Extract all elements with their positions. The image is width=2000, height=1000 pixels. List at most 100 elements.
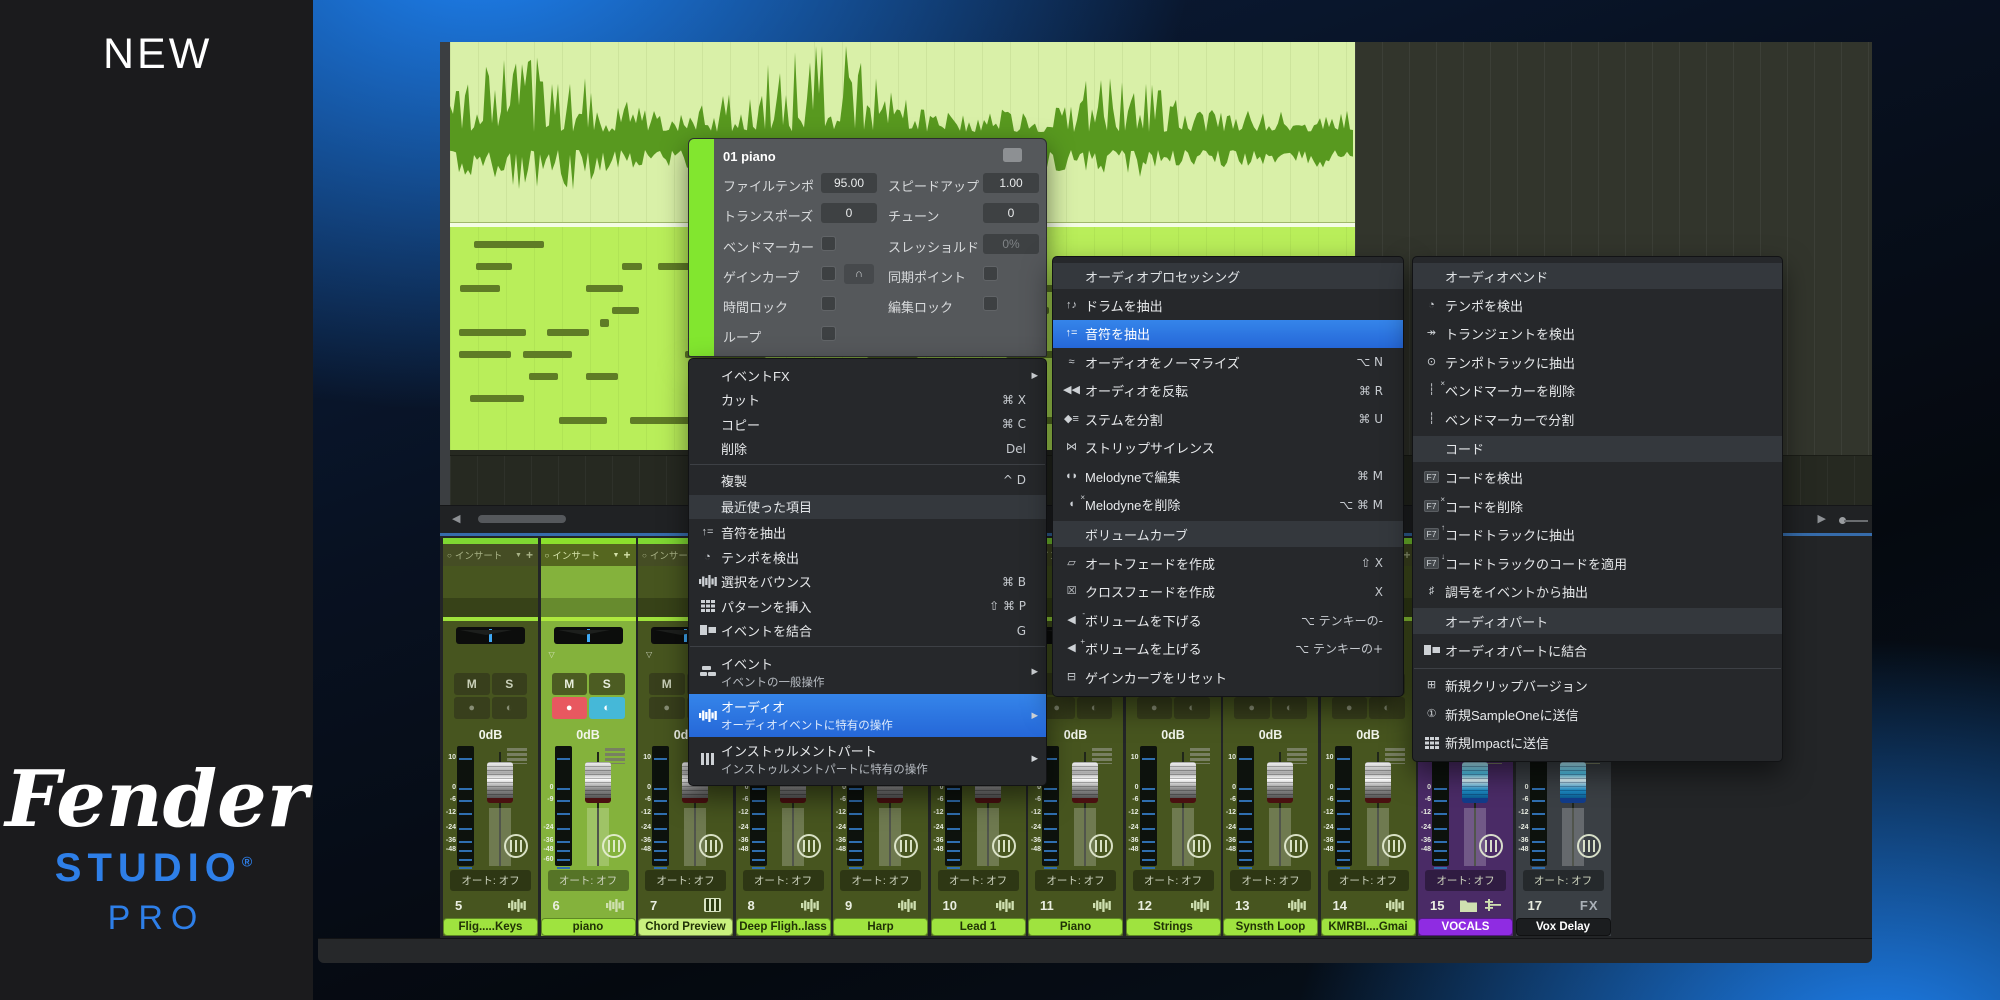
insert-dropdown-icon[interactable]: ▼ (613, 552, 620, 559)
menu-item[interactable]: イベントを結合G (689, 619, 1046, 644)
menu-item[interactable]: ◀◀オーディオを反転⌘ R (1053, 377, 1403, 406)
channel-name-tab[interactable]: Synsth Loop (1223, 918, 1318, 936)
inspector-field[interactable]: 0% (983, 234, 1039, 254)
automation-mode[interactable]: オート: オフ (938, 870, 1019, 891)
menu-item[interactable]: ①新規SampleOneに送信 (1413, 700, 1782, 729)
menu-item[interactable]: F7↑コードトラックに抽出 (1413, 521, 1782, 550)
channel-meter-icon[interactable] (1382, 834, 1406, 858)
channel-meter-icon[interactable] (1284, 834, 1308, 858)
scrollbar-thumb[interactable] (478, 515, 566, 523)
record-arm-button[interactable]: ● (454, 697, 490, 719)
menu-item[interactable]: ◆≡ステムを分割⌘ U (1053, 405, 1403, 434)
menu-item[interactable]: ≈オーディオをノーマライズ⌥ N (1053, 348, 1403, 377)
menu-item[interactable]: ◀-ボリュームを下げる⌥ テンキーの- (1053, 606, 1403, 635)
volume-readout[interactable]: 0dB (1126, 728, 1221, 742)
channel-name-tab[interactable]: VOCALS (1418, 918, 1513, 936)
automation-mode[interactable]: オート: オフ (743, 870, 824, 891)
pan-dropdown-icon[interactable]: ▽ (646, 650, 652, 659)
menu-item[interactable]: インストゥルメントパートインストゥルメントパートに特有の操作▶ (689, 737, 1046, 781)
channel-name-tab[interactable]: Lead 1 (931, 918, 1026, 936)
insert-slot[interactable]: ○インサート▼+ (443, 544, 538, 566)
menu-item[interactable]: ◔テンポを検出 (689, 545, 1046, 570)
menu-item[interactable]: カット⌘ X (689, 388, 1046, 413)
insert-slot[interactable]: ○インサート▼+ (541, 544, 636, 566)
channel-name-tab[interactable]: Deep Fligh..lass (736, 918, 831, 936)
channel-name-tab[interactable]: Strings (1126, 918, 1221, 936)
inspector-field[interactable]: 1.00 (983, 173, 1039, 193)
menu-item[interactable]: 削除Del (689, 437, 1046, 462)
scroll-right-icon[interactable]: ▶ (1818, 512, 1826, 525)
record-arm-button[interactable]: ● (1332, 697, 1368, 719)
insert-add-icon[interactable]: + (1403, 548, 1410, 562)
menu-item[interactable]: ☒クロスフェードを作成X (1053, 578, 1403, 607)
menu-item[interactable]: イベントイベントの一般操作▶ (689, 650, 1046, 694)
menu-item[interactable]: ◖×Melodyneを削除⌥ ⌘ M (1053, 491, 1403, 520)
menu-item[interactable]: イベントFX▶ (689, 363, 1046, 388)
channel-fader[interactable] (1462, 762, 1488, 803)
channel-fader[interactable] (1365, 762, 1391, 803)
automation-mode[interactable]: オート: オフ (840, 870, 921, 891)
channel-fader[interactable] (1072, 762, 1098, 803)
menu-item[interactable]: ⊞新規クリップバージョン (1413, 672, 1782, 701)
inspector-checkbox[interactable] (983, 296, 998, 311)
menu-item[interactable]: ⊙テンポトラックに抽出 (1413, 348, 1782, 377)
record-arm-button[interactable]: ● (649, 697, 685, 719)
insert-add-icon[interactable]: + (623, 548, 630, 562)
automation-mode[interactable]: オート: オフ (1035, 870, 1116, 891)
menu-item[interactable]: ↑=音符を抽出 (1053, 320, 1403, 349)
menu-item[interactable]: 選択をバウンス⌘ B (689, 570, 1046, 595)
automation-mode[interactable]: オート: オフ (450, 870, 531, 891)
inspector-field[interactable]: 0 (983, 203, 1039, 223)
menu-item[interactable]: ┆×ベンドマーカーを削除 (1413, 377, 1782, 406)
inspector-checkbox[interactable] (821, 296, 836, 311)
monitor-button[interactable]: ◐ (492, 697, 528, 719)
menu-item[interactable]: F7↓コードトラックのコードを適用 (1413, 549, 1782, 578)
record-arm-button[interactable]: ● (1137, 697, 1173, 719)
channel-fader[interactable] (1560, 762, 1586, 803)
channel-name-tab[interactable]: Flig.....Keys (443, 918, 538, 936)
inspector-checkbox[interactable] (821, 326, 836, 341)
channel-name-tab[interactable]: KMRBI....Gmai (1321, 918, 1416, 936)
channel-name-tab[interactable]: piano (541, 918, 636, 936)
channel-meter-icon[interactable] (1187, 834, 1211, 858)
channel-meter-icon[interactable] (1479, 834, 1503, 858)
solo-button[interactable]: S (589, 673, 625, 695)
insert-power-icon[interactable]: ○ (642, 551, 647, 560)
inspector-collapse-button[interactable] (1003, 148, 1022, 162)
channel-fader[interactable] (1170, 762, 1196, 803)
menu-item[interactable]: ◀+ボリュームを上げる⌥ テンキーの+ (1053, 635, 1403, 664)
inspector-checkbox[interactable] (821, 266, 836, 281)
insert-dropdown-icon[interactable]: ▼ (515, 552, 522, 559)
menu-item[interactable]: 複製^ D (689, 468, 1046, 493)
automation-mode[interactable]: オート: オフ (1230, 870, 1311, 891)
mute-button[interactable]: M (454, 673, 490, 695)
menu-item[interactable]: F7×コードを削除 (1413, 492, 1782, 521)
menu-item[interactable]: 新規Impactに送信 (1413, 729, 1782, 758)
menu-item[interactable]: ◔テンポを検出 (1413, 291, 1782, 320)
gain-curve-icon[interactable]: ∩ (844, 264, 874, 284)
pan-slider[interactable] (554, 627, 623, 644)
menu-item[interactable]: ◖◗Melodyneで編集⌘ M (1053, 462, 1403, 491)
volume-readout[interactable]: 0dB (1321, 728, 1416, 742)
inspector-field[interactable]: 95.00 (821, 173, 877, 193)
menu-item[interactable]: F7コードを検出 (1413, 464, 1782, 493)
pan-dropdown-icon[interactable]: ▽ (549, 650, 555, 659)
channel-fader[interactable] (487, 762, 513, 803)
channel-meter-icon[interactable] (894, 834, 918, 858)
menu-item[interactable]: ↑=音符を抽出 (689, 521, 1046, 546)
monitor-button[interactable]: ◐ (1272, 697, 1308, 719)
automation-mode[interactable]: オート: オフ (1425, 870, 1506, 891)
zoom-slider-track[interactable] (1844, 520, 1868, 522)
menu-item[interactable]: オーディオパートに結合 (1413, 636, 1782, 665)
channel-name-tab[interactable]: Harp (833, 918, 928, 936)
channel-meter-icon[interactable] (797, 834, 821, 858)
automation-mode[interactable]: オート: オフ (1328, 870, 1409, 891)
menu-item[interactable]: パターンを挿入⇧ ⌘ P (689, 594, 1046, 619)
channel-name-tab[interactable]: Piano (1028, 918, 1123, 936)
record-arm-button[interactable]: ● (552, 697, 588, 719)
channel-meter-icon[interactable] (699, 834, 723, 858)
channel-name-tab[interactable]: Vox Delay (1516, 918, 1611, 936)
monitor-button[interactable]: ◐ (1077, 697, 1113, 719)
insert-add-icon[interactable]: + (526, 548, 533, 562)
insert-power-icon[interactable]: ○ (545, 551, 550, 560)
